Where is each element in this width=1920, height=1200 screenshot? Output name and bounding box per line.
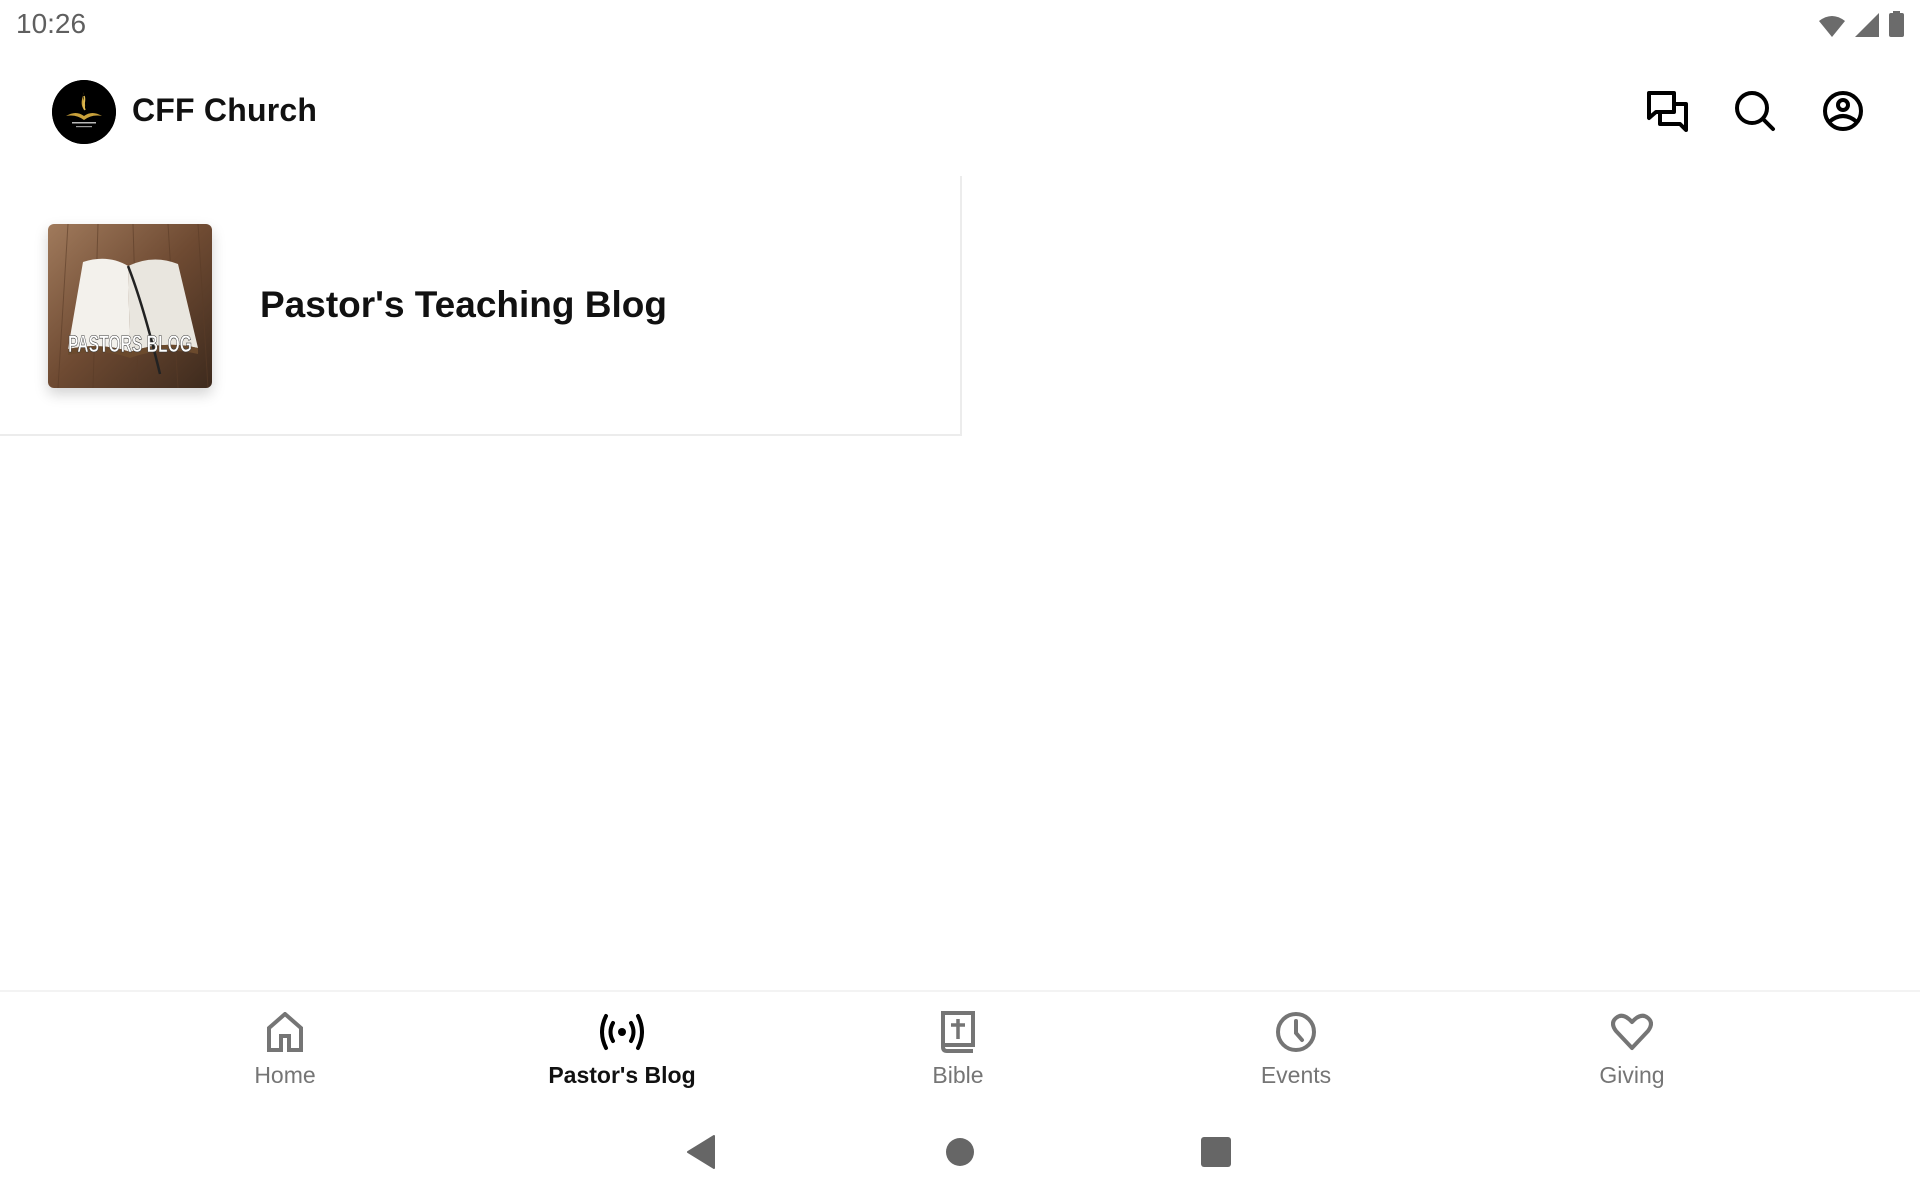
app-title: CFF Church (132, 92, 318, 128)
thumbnail-text: PASTORS BLOG (68, 331, 192, 358)
nav-label: Events (1260, 1062, 1332, 1088)
blog-thumbnail: PASTORS BLOG (48, 224, 212, 388)
status-icons (1819, 11, 1904, 37)
battery-icon (1889, 11, 1904, 37)
bottom-nav: Home Pastor's Blog Bible Events Giving (0, 990, 1920, 1098)
account-circle-icon (1823, 91, 1863, 131)
nav-item-events[interactable]: Events (1186, 1010, 1406, 1100)
back-button[interactable] (686, 1134, 716, 1170)
search-icon (1735, 91, 1775, 131)
search-button[interactable] (1734, 90, 1776, 132)
recents-button[interactable] (1200, 1136, 1232, 1168)
church-logo (52, 80, 116, 144)
home-icon (267, 1012, 303, 1052)
nav-item-giving[interactable]: Giving (1522, 1010, 1742, 1100)
status-bar: 10:26 (0, 0, 1920, 48)
profile-button[interactable] (1822, 90, 1864, 132)
bible-icon (941, 1011, 975, 1053)
system-nav-bar (0, 1110, 1920, 1200)
messages-button[interactable] (1646, 90, 1688, 132)
home-button[interactable] (944, 1136, 976, 1168)
nav-item-pastors-blog[interactable]: Pastor's Blog (512, 1010, 732, 1100)
app-bar: CFF Church (0, 48, 1920, 176)
nav-label: Home (254, 1062, 316, 1088)
nav-label: Giving (1599, 1062, 1665, 1088)
blog-list-item[interactable]: PASTORS BLOG Pastor's Teaching Blog (0, 176, 962, 436)
blog-title: Pastor's Teaching Blog (260, 284, 667, 325)
chat-bubbles-icon (1647, 91, 1688, 132)
app-actions (1646, 90, 1864, 132)
nav-label: Pastor's Blog (548, 1062, 696, 1088)
heart-icon (1611, 1013, 1653, 1050)
cell-signal-icon (1855, 13, 1879, 37)
nav-label: Bible (932, 1062, 984, 1088)
status-time: 10:26 (16, 8, 87, 39)
open-bible-image: PASTORS BLOG (48, 224, 212, 388)
wifi-icon (1819, 16, 1845, 37)
nav-item-home[interactable]: Home (175, 1010, 395, 1100)
clock-icon (1276, 1012, 1316, 1052)
broadcast-icon (600, 1014, 644, 1050)
nav-item-bible[interactable]: Bible (848, 1010, 1068, 1100)
